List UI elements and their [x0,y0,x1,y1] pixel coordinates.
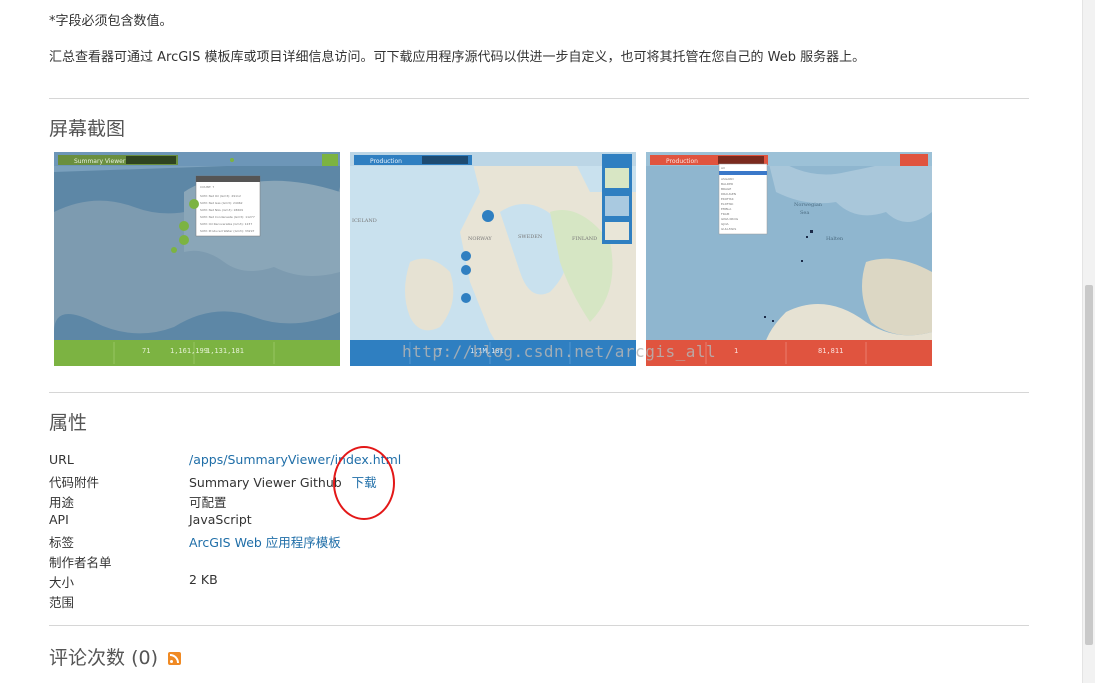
rss-icon[interactable] [168,652,182,665]
svg-text:FINLAND: FINLAND [572,236,597,242]
svg-text:EKOFISK: EKOFISK [721,197,735,201]
svg-text:71: 71 [142,347,150,355]
property-label: API [49,512,69,527]
svg-text:SUM: Net Oil (Gm3): 29112: SUM: Net Oil (Gm3): 29112 [200,194,241,198]
screenshots-heading: 屏幕截图 [49,118,126,140]
watermark: http://blog.csdn.net/arcgis_all [402,342,717,361]
svg-text:GINA KROG: GINA KROG [721,217,739,221]
property-label: 范围 [49,595,75,610]
property-label: 大小 [49,575,75,590]
svg-text:BRAGE: BRAGE [721,187,731,191]
svg-text:All: All [721,166,725,170]
svg-text:ASGARD: ASGARD [721,177,734,181]
svg-text:1,131,181: 1,131,181 [206,347,244,355]
svg-text:COUNT: 7: COUNT: 7 [200,185,214,189]
scrollbar-thumb[interactable] [1085,285,1093,645]
svg-text:GJOA: GJOA [721,222,730,226]
svg-text:SUM: Produced Water (Gm3): 332: SUM: Produced Water (Gm3): 33297 [200,229,254,233]
svg-text:Sea: Sea [800,210,809,216]
comments-count: (0) [131,647,158,669]
screenshot-thumbnail-1[interactable]: Summary Viewer COUNT: 7 SUM: Net Oil (Gm… [54,152,340,366]
property-value: JavaScript [189,512,252,527]
svg-text:GULLFAKS: GULLFAKS [721,227,736,231]
comments-label: 评论次数 [49,647,126,669]
svg-text:SUM: Oil Recoverable (Gm3): 12: SUM: Oil Recoverable (Gm3): 1237 [200,222,252,226]
svg-text:Norwegian: Norwegian [794,202,823,208]
divider [49,98,1029,99]
tag-link[interactable]: ArcGIS Web 应用程序模板 [189,532,341,551]
svg-text:1: 1 [734,347,738,355]
property-label: 制作者名单 [49,555,112,570]
svg-text:NORWAY: NORWAY [468,236,492,242]
svg-text:81,811: 81,811 [818,347,843,355]
svg-text:SUM: Net NGL (Gm3): 18609: SUM: Net NGL (Gm3): 18609 [200,208,243,212]
divider [49,625,1029,626]
required-field-note: *字段必须包含数值。 [49,14,173,29]
property-label: 标签 [49,535,75,550]
comments-heading: 评论次数 (0) [49,643,182,670]
property-label: 代码附件 [49,475,100,490]
properties-heading: 属性 [49,412,88,434]
screenshot-thumbnail-2[interactable]: NORWAY SWEDEN FINLAND ICELAND Production… [350,152,636,366]
svg-text:ELDFISK: ELDFISK [721,202,734,206]
svg-text:1,161,199: 1,161,199 [170,347,208,355]
svg-text:ICELAND: ICELAND [352,218,377,224]
svg-text:SUM: Net Condensate (Gm3): 112: SUM: Net Condensate (Gm3): 11277 [200,215,255,219]
svg-text:Halten: Halten [826,236,844,242]
screenshot-1-title: Summary Viewer [74,158,126,165]
code-attachment-value: Summary Viewer Github 下载 [189,472,377,491]
property-label: URL [49,452,74,467]
svg-text:FRAM: FRAM [721,212,730,216]
code-attachment-name: Summary Viewer Github [189,475,342,490]
screenshot-thumbnail-3[interactable]: Norwegian Sea Halten Production All ASGAR… [646,152,932,366]
svg-text:SUM: Net Gas (Gm3): 24962: SUM: Net Gas (Gm3): 24962 [200,201,243,205]
screenshot-3-title: Production [666,158,698,165]
svg-text:BALDER: BALDER [721,182,733,186]
url-link[interactable]: /apps/SummaryViewer/index.html [189,452,401,467]
svg-text:SWEDEN: SWEDEN [518,234,543,240]
svg-text:DRAUGEN: DRAUGEN [721,192,736,196]
svg-text:EMBLA: EMBLA [721,207,732,211]
divider [49,392,1029,393]
property-label: 用途 [49,495,75,510]
property-value: 可配置 [189,495,227,510]
vertical-scrollbar[interactable] [1082,0,1095,683]
screenshot-2-title: Production [370,158,402,165]
app-description: 汇总查看器可通过 ArcGIS 模板库或项目详细信息访问。可下载应用程序源代码以… [49,50,866,65]
download-link[interactable]: 下载 [352,475,377,490]
property-value: 2 KB [189,572,218,587]
